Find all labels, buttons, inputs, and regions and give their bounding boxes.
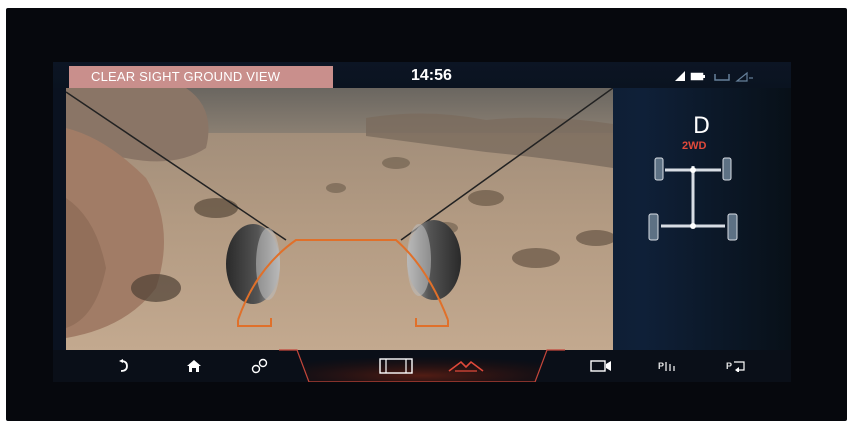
- network-icon: [735, 71, 753, 82]
- park-exit-icon: [734, 361, 745, 372]
- back-button[interactable]: [111, 350, 137, 382]
- drivetrain-diagram: [648, 157, 738, 241]
- split-view-icon: [379, 358, 413, 374]
- gear-indicator: D: [693, 114, 710, 139]
- back-icon: [119, 359, 128, 372]
- status-icons: [675, 71, 753, 82]
- left-tire: [226, 224, 280, 304]
- home-icon: [187, 360, 201, 372]
- active-tab-glow: [279, 349, 565, 382]
- camera-icon: [590, 360, 611, 372]
- drive-mode-indicator: 2WD: [682, 140, 707, 152]
- ground-view-icon: [448, 360, 484, 372]
- battery-icon: [690, 72, 705, 81]
- park-assist-icon: [665, 362, 675, 371]
- signal-icon: [675, 71, 685, 81]
- settings-button[interactable]: [247, 350, 273, 382]
- ground-view-button[interactable]: [446, 350, 486, 382]
- wifi-icon: [714, 74, 730, 81]
- clock: 14:56: [411, 67, 452, 84]
- infotainment-screen: CLEAR SIGHT GROUND VIEW 14:56 D 2WD P P: [53, 62, 791, 382]
- park-exit-button[interactable]: P: [721, 350, 751, 382]
- home-button[interactable]: [181, 350, 207, 382]
- split-view-button[interactable]: [378, 350, 414, 382]
- settings-circles-icon: [251, 358, 268, 374]
- camera-button[interactable]: [586, 350, 616, 382]
- park-assist-button[interactable]: P: [653, 350, 683, 382]
- ground-camera-view: [66, 88, 613, 350]
- view-title: CLEAR SIGHT GROUND VIEW: [69, 66, 333, 88]
